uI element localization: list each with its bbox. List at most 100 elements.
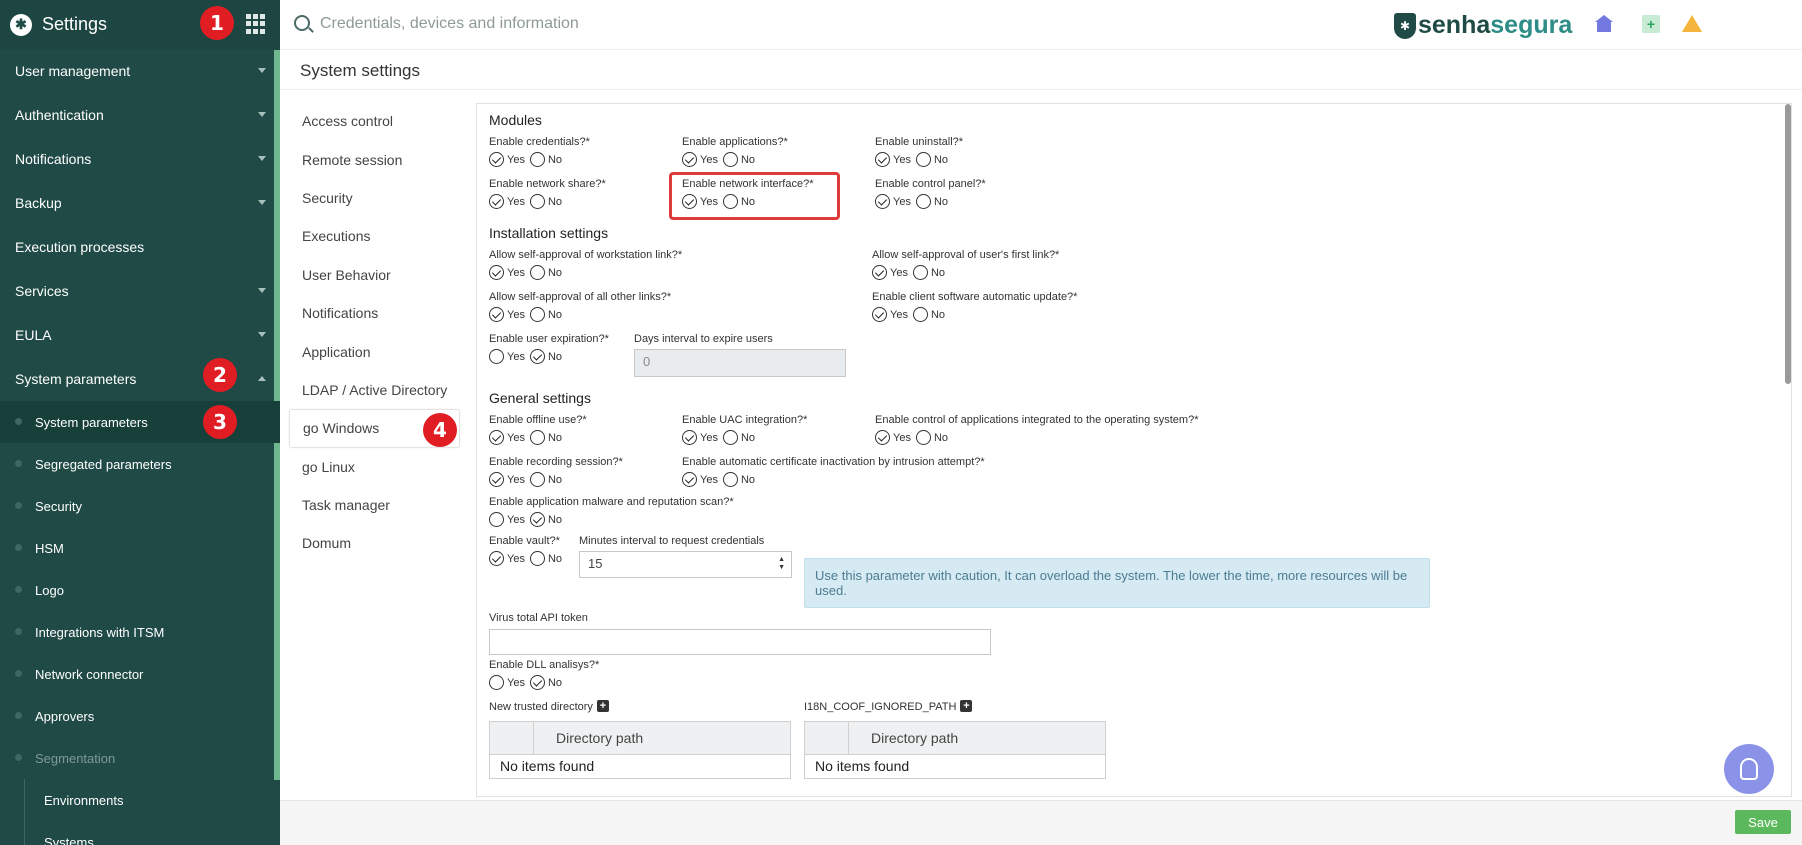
field-virus-total-token: Virus total API token bbox=[489, 612, 588, 624]
radio-yes[interactable]: Yes bbox=[489, 512, 527, 527]
submenu-task-manager[interactable]: Task manager bbox=[280, 486, 460, 524]
sidebar-subitem-segregated-parameters[interactable]: Segregated parameters bbox=[0, 443, 280, 485]
radio-no[interactable]: No bbox=[529, 675, 564, 690]
add-trusted-directory-icon[interactable]: + bbox=[596, 699, 609, 712]
radio-no[interactable]: No bbox=[722, 194, 757, 209]
sidebar-subitem-approvers[interactable]: Approvers bbox=[0, 695, 280, 737]
radio-unchecked-icon bbox=[722, 430, 738, 445]
radio-no[interactable]: No bbox=[722, 430, 757, 445]
radio-yes[interactable]: Yes bbox=[872, 265, 910, 280]
radio-yes[interactable]: Yes bbox=[489, 194, 527, 209]
apps-grid-icon[interactable] bbox=[246, 14, 266, 34]
home-icon[interactable] bbox=[1595, 15, 1613, 33]
content-scrollbar[interactable] bbox=[1785, 104, 1791, 384]
radio-yes[interactable]: Yes bbox=[875, 152, 913, 167]
radio-no[interactable]: No bbox=[912, 265, 947, 280]
radio-no[interactable]: No bbox=[915, 194, 950, 209]
days-interval-input: 0 bbox=[634, 349, 846, 377]
field-enable-applications: Enable applications?* Yes No bbox=[682, 136, 788, 167]
sidebar-subsubitem-environments[interactable]: Environments bbox=[0, 779, 280, 821]
sidebar-item-label: Notifications bbox=[15, 151, 92, 167]
sidebar-item-execution-processes[interactable]: Execution processes bbox=[0, 225, 280, 269]
radio-no[interactable]: No bbox=[529, 430, 564, 445]
radio-no[interactable]: No bbox=[722, 472, 757, 487]
sidebar-item-user-management[interactable]: User management bbox=[0, 49, 280, 93]
sidebar-subitem-integrations-itsm[interactable]: Integrations with ITSM bbox=[0, 611, 280, 653]
radio-yes[interactable]: Yes bbox=[489, 265, 527, 280]
sidebar-item-eula[interactable]: EULA bbox=[0, 313, 280, 357]
sidebar-subitem-logo[interactable]: Logo bbox=[0, 569, 280, 611]
sidebar-subsubitem-systems[interactable]: Systems bbox=[0, 821, 280, 845]
radio-no[interactable]: No bbox=[722, 152, 757, 167]
radio-yes[interactable]: Yes bbox=[682, 194, 720, 209]
submenu-security[interactable]: Security bbox=[280, 179, 460, 217]
radio-yes[interactable]: Yes bbox=[872, 307, 910, 322]
sidebar-subitem-network-connector[interactable]: Network connector bbox=[0, 653, 280, 695]
radio-checked-icon bbox=[872, 265, 887, 280]
warning-icon[interactable] bbox=[1682, 15, 1702, 32]
radio-yes[interactable]: Yes bbox=[489, 430, 527, 445]
radio-yes[interactable]: Yes bbox=[875, 194, 913, 209]
radio-no[interactable]: No bbox=[529, 512, 564, 527]
radio-yes[interactable]: Yes bbox=[875, 430, 913, 445]
spinner-arrows-icon[interactable]: ▲ ▼ bbox=[778, 556, 785, 572]
submenu-go-linux[interactable]: go Linux bbox=[280, 448, 460, 486]
chevron-down-icon bbox=[258, 112, 266, 117]
sidebar-item-notifications[interactable]: Notifications bbox=[0, 137, 280, 181]
ignored-path-table: Directory path No items found bbox=[804, 721, 1106, 779]
field-label: Allow self-approval of all other links?* bbox=[489, 291, 672, 303]
submenu-remote-session[interactable]: Remote session bbox=[280, 140, 460, 178]
radio-yes[interactable]: Yes bbox=[489, 551, 527, 566]
submenu-ldap[interactable]: LDAP / Active Directory bbox=[280, 371, 460, 409]
sidebar-subitem-security[interactable]: Security bbox=[0, 485, 280, 527]
submenu-user-behavior[interactable]: User Behavior bbox=[280, 256, 460, 294]
submenu-access-control[interactable]: Access control bbox=[280, 102, 460, 140]
minutes-interval-value: 15 bbox=[588, 556, 603, 571]
radio-no[interactable]: No bbox=[529, 349, 564, 364]
sidebar-subitem-hsm[interactable]: HSM bbox=[0, 527, 280, 569]
field-enable-credentials: Enable credentials?* Yes No bbox=[489, 136, 590, 167]
sidebar-item-services[interactable]: Services bbox=[0, 269, 280, 313]
submenu-domum[interactable]: Domum bbox=[280, 524, 460, 562]
virus-total-token-input[interactable] bbox=[489, 629, 991, 655]
radio-no[interactable]: No bbox=[912, 307, 947, 322]
radio-no[interactable]: No bbox=[529, 472, 564, 487]
sidebar-subitem-label: System parameters bbox=[35, 414, 148, 430]
radio-yes[interactable]: Yes bbox=[489, 472, 527, 487]
sidebar-subitem-segmentation[interactable]: Segmentation bbox=[0, 737, 280, 779]
sidebar-item-backup[interactable]: Backup bbox=[0, 181, 280, 225]
add-document-icon[interactable]: + bbox=[1642, 15, 1660, 33]
radio-yes[interactable]: Yes bbox=[489, 675, 527, 690]
help-bubble[interactable] bbox=[1724, 744, 1774, 794]
radio-yes[interactable]: Yes bbox=[489, 349, 527, 364]
minutes-interval-input[interactable]: 15 ▲ ▼ bbox=[579, 551, 792, 578]
radio-no[interactable]: No bbox=[529, 194, 564, 209]
radio-no[interactable]: No bbox=[529, 152, 564, 167]
submenu-application[interactable]: Application bbox=[280, 332, 460, 370]
radio-no[interactable]: No bbox=[529, 265, 564, 280]
radio-no[interactable]: No bbox=[529, 307, 564, 322]
submenu-notifications[interactable]: Notifications bbox=[280, 294, 460, 332]
column-header-directory-path[interactable]: Directory path bbox=[534, 722, 790, 754]
radio-yes[interactable]: Yes bbox=[682, 430, 720, 445]
radio-no[interactable]: No bbox=[915, 152, 950, 167]
column-header-directory-path[interactable]: Directory path bbox=[849, 722, 1105, 754]
radio-yes[interactable]: Yes bbox=[489, 307, 527, 322]
sidebar-item-system-parameters[interactable]: System parameters bbox=[0, 357, 280, 401]
radio-yes[interactable]: Yes bbox=[682, 152, 720, 167]
search-input[interactable] bbox=[320, 10, 820, 38]
radio-no[interactable]: No bbox=[529, 551, 564, 566]
sidebar-subitem-system-parameters[interactable]: System parameters bbox=[0, 401, 280, 443]
radio-no[interactable]: No bbox=[915, 430, 950, 445]
radio-yes[interactable]: Yes bbox=[682, 472, 720, 487]
sidebar-item-authentication[interactable]: Authentication bbox=[0, 93, 280, 137]
field-label: Enable control panel?* bbox=[875, 178, 986, 190]
annotation-marker-1: 1 bbox=[200, 6, 234, 40]
section-title-modules: Modules bbox=[489, 112, 542, 128]
app-logo-icon: ✱ bbox=[10, 13, 32, 36]
add-ignored-path-icon[interactable]: + bbox=[960, 699, 973, 712]
submenu-executions[interactable]: Executions bbox=[280, 217, 460, 255]
radio-checked-icon bbox=[489, 265, 504, 280]
radio-yes[interactable]: Yes bbox=[489, 152, 527, 167]
save-button[interactable]: Save bbox=[1735, 810, 1791, 834]
